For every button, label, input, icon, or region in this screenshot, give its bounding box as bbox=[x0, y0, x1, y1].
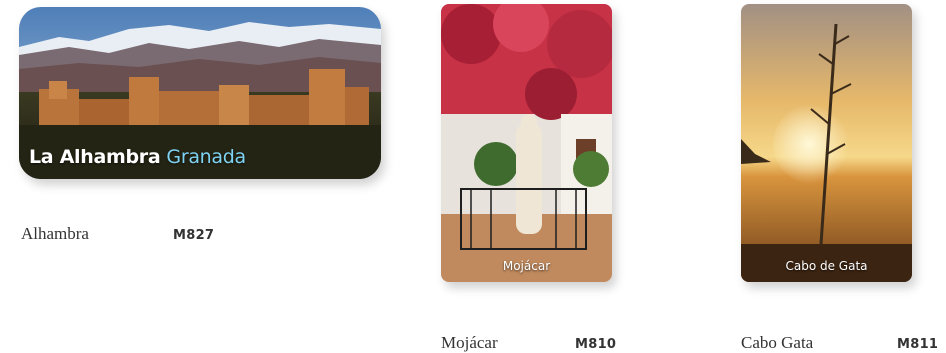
caption-bold: La Alhambra bbox=[29, 146, 161, 168]
product-code-cabo-gata: M811 bbox=[897, 337, 939, 352]
product-code-alhambra: M827 bbox=[173, 228, 215, 243]
product-image-alhambra[interactable]: La Alhambra Granada bbox=[19, 7, 381, 179]
cabo-de-gata-photo bbox=[741, 4, 912, 282]
product-image-cabo-de-gata[interactable]: Cabo de Gata bbox=[741, 4, 912, 282]
product-name-mojacar: Mojácar bbox=[441, 333, 498, 352]
product-name-alhambra: Alhambra bbox=[21, 224, 89, 243]
product-name-cabo-gata: Cabo Gata bbox=[741, 333, 814, 352]
cabo-de-gata-image-caption: Cabo de Gata bbox=[785, 259, 868, 273]
alhambra-image-caption: La Alhambra Granada bbox=[29, 146, 246, 168]
product-image-mojacar[interactable]: Mojácar bbox=[441, 4, 612, 282]
mojacar-photo bbox=[441, 4, 612, 282]
product-code-mojacar: M810 bbox=[575, 337, 617, 352]
mojacar-image-caption: Mojácar bbox=[502, 259, 551, 273]
caption-light: Granada bbox=[166, 146, 246, 168]
